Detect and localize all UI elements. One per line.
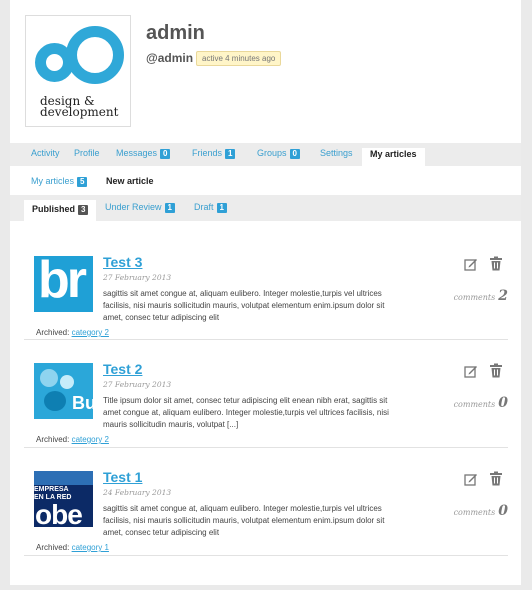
article-excerpt: sagittis sit amet congue at, aliquam eul… [103, 504, 385, 537]
logo-ring-large [66, 26, 124, 84]
tab-draft[interactable]: Draft 1 [194, 202, 227, 213]
article-thumbnail[interactable]: Bu [34, 363, 93, 419]
comments-number: 0 [498, 503, 508, 519]
article-item: EMPRESA EN LA RED obe Test 1 24 February … [24, 469, 508, 556]
profile-header: design & development admin @admin active… [10, 0, 521, 143]
archived-label: Archived: [36, 435, 70, 444]
tab-friends[interactable]: Friends 1 [192, 148, 236, 159]
tab-label: Friends [192, 148, 223, 158]
thumb-decoration [34, 471, 93, 485]
tab-label: Settings [320, 148, 353, 158]
profile-tabs: Activity Profile Messages 0 Friends 1 Grou… [10, 143, 521, 166]
articles-subnav: My articles 5 New article [10, 166, 521, 194]
thumb-decoration [44, 391, 66, 411]
comments-count[interactable]: comments 0 [454, 395, 508, 411]
activity-badge: active 4 minutes ago [196, 51, 282, 66]
logo-text: design & development [40, 95, 119, 119]
thumb-decoration [40, 369, 58, 387]
article-date: 27 February 2013 [103, 273, 172, 282]
tab-label: Profile [74, 148, 100, 158]
article-date: 24 February 2013 [103, 488, 172, 497]
tab-messages[interactable]: Messages 0 [116, 148, 171, 159]
logo-text-line2: development [40, 105, 119, 119]
under-review-count-badge: 1 [164, 203, 175, 213]
article-item: Bu Test 2 27 February 2013 Title ipsum d… [24, 361, 508, 448]
status-tab-label: Draft [194, 202, 214, 212]
thumb-text: br [38, 256, 87, 309]
edit-icon[interactable] [464, 257, 478, 271]
thumb-decoration [60, 375, 74, 389]
avatar[interactable]: design & development [25, 15, 131, 127]
status-tabs: Published 3 Under Review 1 Draft 1 [10, 195, 521, 221]
article-item: br Test 3 27 February 2013 sagittis sit … [24, 254, 508, 340]
published-count-badge: 3 [78, 205, 89, 215]
tab-settings[interactable]: Settings [320, 148, 353, 158]
article-thumbnail[interactable]: br [34, 256, 93, 312]
comments-label: comments [453, 400, 496, 409]
status-tab-label: Published [32, 204, 76, 214]
subnav-my-articles[interactable]: My articles 5 [31, 176, 88, 187]
article-archive: Archived: category 2 [36, 435, 109, 444]
category-link[interactable]: category 1 [72, 543, 109, 552]
comments-number: 2 [498, 288, 508, 304]
category-link[interactable]: category 2 [72, 435, 109, 444]
tab-profile[interactable]: Profile [74, 148, 100, 158]
draft-count-badge: 1 [216, 203, 227, 213]
status-tab-label: Under Review [105, 202, 162, 212]
comments-count[interactable]: comments 0 [454, 503, 508, 519]
user-handle: @admin [146, 51, 194, 65]
article-excerpt: sagittis sit amet congue at, aliquam eul… [103, 289, 385, 322]
trash-icon[interactable] [489, 363, 503, 378]
subnav-my-articles-label: My articles [31, 176, 75, 186]
archived-label: Archived: [36, 328, 70, 337]
groups-count-badge: 0 [289, 149, 300, 159]
profile-card: design & development admin @admin active… [10, 0, 521, 585]
article-title[interactable]: Test 1 [103, 469, 142, 485]
tab-label: Messages [116, 148, 158, 158]
article-thumbnail[interactable]: EMPRESA EN LA RED obe [34, 471, 93, 527]
thumb-caption-line1: EMPRESA [34, 486, 69, 493]
article-archive: Archived: category 2 [36, 328, 109, 337]
trash-icon[interactable] [489, 471, 503, 486]
article-title[interactable]: Test 3 [103, 254, 142, 270]
article-excerpt: Title ipsum dolor sit amet, consec tetur… [103, 396, 389, 429]
tab-label: Groups [257, 148, 287, 158]
category-link[interactable]: category 2 [72, 328, 109, 337]
edit-icon[interactable] [464, 364, 478, 378]
tab-published[interactable]: Published 3 [24, 200, 97, 221]
my-articles-count-badge: 5 [77, 177, 88, 187]
article-archive: Archived: category 1 [36, 543, 109, 552]
subnav-new-article[interactable]: New article [106, 176, 154, 186]
tab-label: Activity [31, 148, 60, 158]
trash-icon[interactable] [489, 256, 503, 271]
comments-label: comments [453, 508, 496, 517]
tab-label: My articles [370, 149, 417, 159]
comments-count[interactable]: comments 2 [454, 288, 508, 304]
tab-activity[interactable]: Activity [31, 148, 60, 158]
tab-my-articles[interactable]: My articles [362, 148, 425, 166]
edit-icon[interactable] [464, 472, 478, 486]
thumb-text: obe [35, 499, 83, 527]
friends-count-badge: 1 [225, 149, 236, 159]
article-date: 27 February 2013 [103, 380, 172, 389]
tab-under-review[interactable]: Under Review 1 [105, 202, 175, 213]
article-title[interactable]: Test 2 [103, 361, 142, 377]
tab-groups[interactable]: Groups 0 [257, 148, 300, 159]
archived-label: Archived: [36, 543, 70, 552]
user-name: admin [146, 22, 205, 44]
comments-number: 0 [498, 395, 508, 411]
thumb-text: Bu [72, 393, 93, 413]
comments-label: comments [453, 293, 496, 302]
messages-count-badge: 0 [160, 149, 171, 159]
